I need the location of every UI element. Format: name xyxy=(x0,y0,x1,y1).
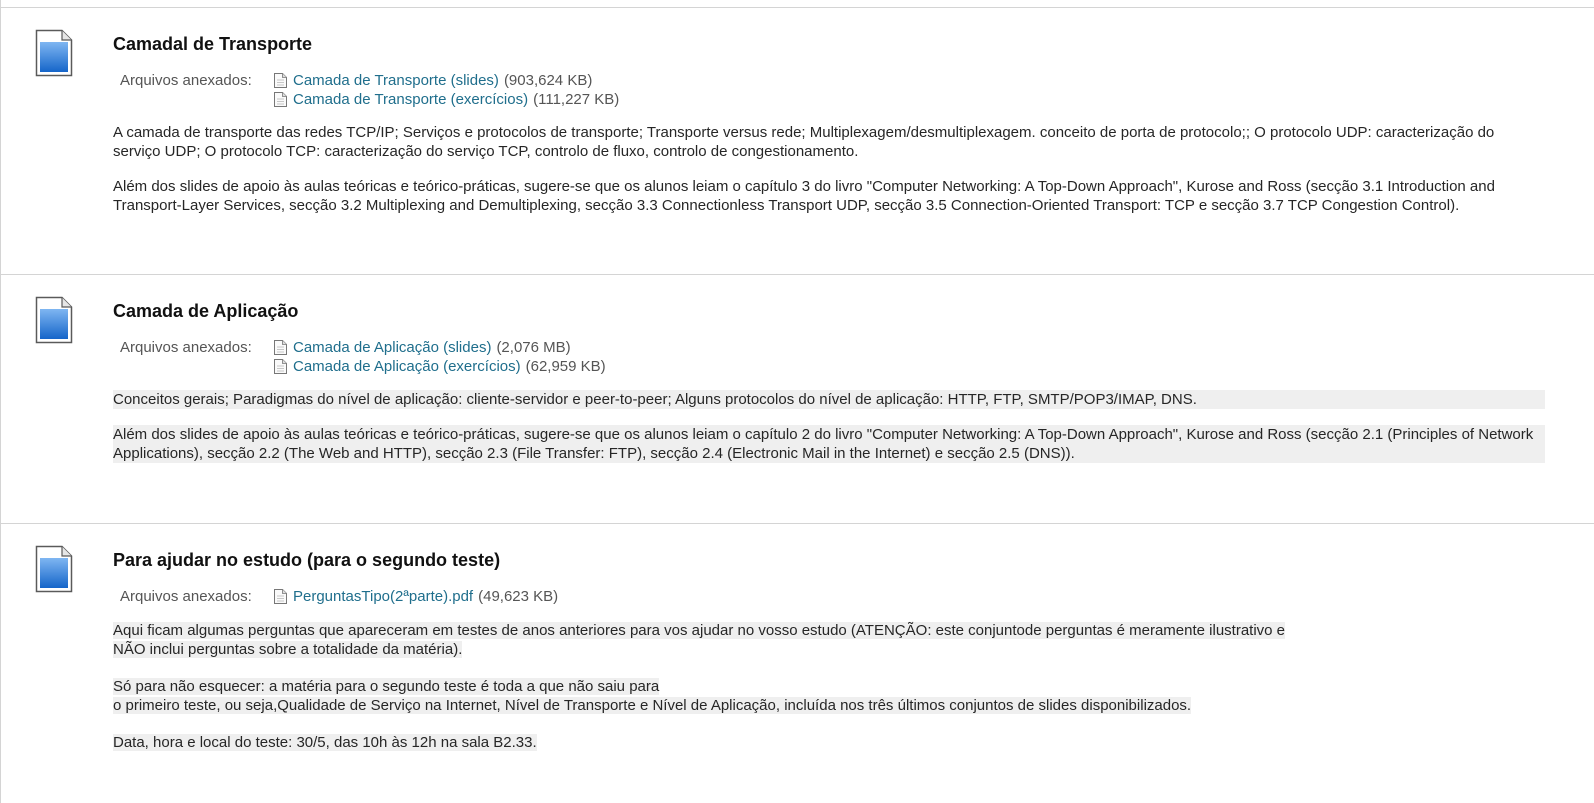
reminder-line: o primeiro teste, ou seja,Qualidade de S… xyxy=(113,697,1192,714)
item-description: Conceitos gerais; Paradigmas do nível de… xyxy=(113,390,1545,409)
attachments-label: Arquivos anexados: xyxy=(120,588,252,605)
attachment-row: Camada de Aplicação (exercícios) (62,959… xyxy=(274,357,606,376)
item-reminder: Só para não esquecer: a matéria para o s… xyxy=(113,677,1545,715)
document-icon[interactable] xyxy=(35,296,73,344)
attachments-list: Camada de Transporte (slides) (903,624 K… xyxy=(274,71,619,109)
item-title[interactable]: Camada de Aplicação xyxy=(113,301,298,322)
attachment-row: Camada de Transporte (slides) (903,624 K… xyxy=(274,71,619,90)
test-info: Data, hora e local do teste: 30/5, das 1… xyxy=(113,733,1545,752)
file-icon xyxy=(274,359,287,374)
attachments-label: Arquivos anexados: xyxy=(120,72,252,89)
document-icon[interactable] xyxy=(35,29,73,77)
section-divider xyxy=(0,274,1594,275)
reminder-line: Só para não esquecer: a matéria para o s… xyxy=(113,678,660,695)
attachment-link[interactable]: Camada de Aplicação (exercícios) xyxy=(293,357,521,376)
file-icon xyxy=(274,589,287,604)
file-icon xyxy=(274,92,287,107)
section-divider xyxy=(0,7,1594,8)
attachments-list: PerguntasTipo(2ªparte).pdf (49,623 KB) xyxy=(274,587,558,606)
test-info-line: Data, hora e local do teste: 30/5, das 1… xyxy=(113,734,537,751)
description-line: NÃO inclui perguntas sobre a totalidade … xyxy=(113,641,463,658)
item-description: Aqui ficam algumas perguntas que aparece… xyxy=(113,621,1545,659)
attachment-size: (2,076 MB) xyxy=(496,339,571,356)
item-reading-suggestion: Além dos slides de apoio às aulas teóric… xyxy=(113,178,1495,214)
attachments-list: Camada de Aplicação (slides) (2,076 MB) … xyxy=(274,338,606,376)
attachment-size: (903,624 KB) xyxy=(503,72,593,89)
attachment-link[interactable]: Camada de Transporte (slides) xyxy=(293,71,499,90)
attachment-link[interactable]: Camada de Aplicação (slides) xyxy=(293,338,491,357)
attachments-label: Arquivos anexados: xyxy=(120,339,252,356)
item-title[interactable]: Camadal de Transporte xyxy=(113,34,312,55)
attachment-size: (49,623 KB) xyxy=(478,588,559,605)
item-description: A camada de transporte das redes TCP/IP;… xyxy=(113,124,1495,160)
attachment-row: PerguntasTipo(2ªparte).pdf (49,623 KB) xyxy=(274,587,558,606)
attachment-row: Camada de Aplicação (slides) (2,076 MB) xyxy=(274,338,606,357)
document-icon[interactable] xyxy=(35,545,73,593)
section-divider xyxy=(0,523,1594,524)
attachment-row: Camada de Transporte (exercícios) (111,2… xyxy=(274,90,619,109)
file-icon xyxy=(274,73,287,88)
attachment-link[interactable]: PerguntasTipo(2ªparte).pdf xyxy=(293,587,473,606)
item-reading-suggestion: Além dos slides de apoio às aulas teóric… xyxy=(113,425,1545,463)
description-line: Aqui ficam algumas perguntas que aparece… xyxy=(113,622,1286,639)
attachment-link[interactable]: Camada de Transporte (exercícios) xyxy=(293,90,528,109)
attachment-size: (62,959 KB) xyxy=(525,358,606,375)
file-icon xyxy=(274,340,287,355)
item-title[interactable]: Para ajudar no estudo (para o segundo te… xyxy=(113,550,500,571)
attachment-size: (111,227 KB) xyxy=(533,91,620,108)
